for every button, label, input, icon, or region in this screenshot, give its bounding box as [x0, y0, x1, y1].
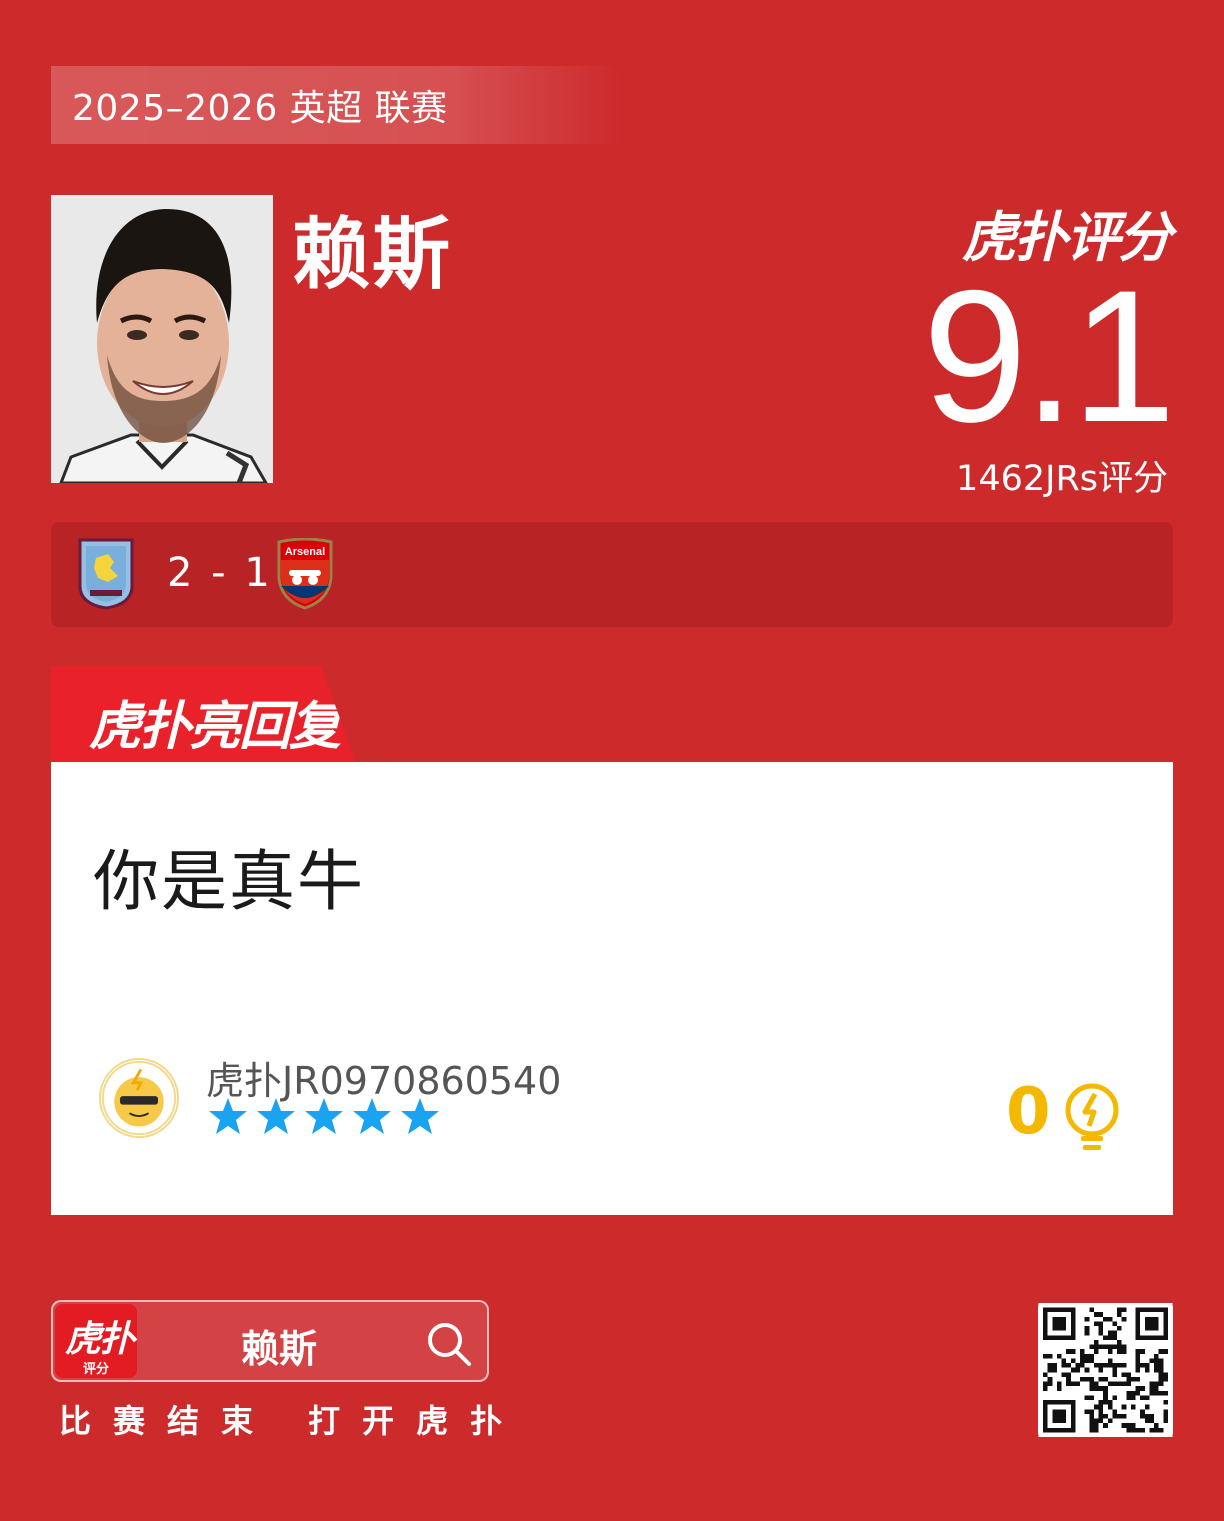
- hupu-search-box[interactable]: 虎扑 评分 赖斯: [51, 1300, 489, 1382]
- app-icon-main-text: 虎扑: [65, 1319, 135, 1360]
- reply-text: 你是真牛: [93, 843, 365, 920]
- match-bar[interactable]: 2 - 1 Arsenal: [51, 522, 1173, 627]
- user-avatar-icon[interactable]: [99, 1058, 179, 1138]
- arsenal-crest-icon: Arsenal: [277, 538, 333, 610]
- league-banner: 2025–2026 英超 联赛: [51, 66, 621, 144]
- search-icon[interactable]: [425, 1320, 473, 1368]
- highlight-reply-tab: 虎扑亮回复: [51, 666, 356, 763]
- star-icon: [353, 1098, 391, 1134]
- svg-text:Arsenal: Arsenal: [285, 546, 325, 558]
- league-title: 2025–2026 英超 联赛: [72, 88, 448, 129]
- aston-villa-crest-icon: [78, 538, 134, 610]
- app-icon-sub-text: 评分: [82, 1362, 109, 1377]
- rating-score: 9.1: [922, 251, 1176, 461]
- hupu-app-icon[interactable]: 虎扑 评分: [55, 1304, 137, 1378]
- rating-count: 1462JRs评分: [956, 459, 1168, 499]
- player-name: 赖斯: [292, 210, 453, 300]
- highlight-tab-label: 虎扑亮回复: [89, 697, 341, 757]
- match-score: 2 - 1: [167, 550, 273, 596]
- qr-code: [1038, 1303, 1173, 1437]
- user-rating-stars: [208, 1096, 440, 1136]
- player-portrait-image: [51, 195, 273, 483]
- like-count: 0: [1006, 1075, 1051, 1149]
- star-icon: [257, 1098, 295, 1134]
- star-icon: [305, 1098, 343, 1134]
- search-query: 赖斯: [241, 1327, 318, 1371]
- reply-card[interactable]: 你是真牛 虎扑JR0970860540 0: [51, 762, 1173, 1215]
- star-icon: [401, 1098, 439, 1134]
- qr-code-image: [1038, 1303, 1173, 1437]
- star-icon: [209, 1098, 247, 1134]
- player-photo: [51, 195, 273, 483]
- bottom-caption: 比赛结束 打开虎扑: [59, 1402, 525, 1440]
- lightbulb-like-icon[interactable]: [1061, 1082, 1123, 1154]
